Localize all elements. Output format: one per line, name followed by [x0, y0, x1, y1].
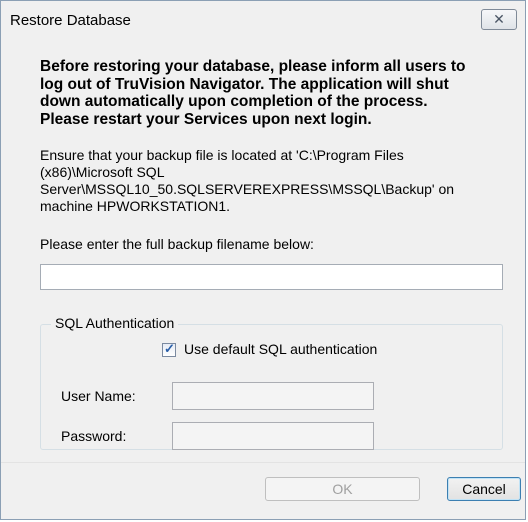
warning-message: Before restoring your database, please i… [40, 58, 466, 128]
restore-database-dialog: Restore Database ✕ Before restoring your… [0, 0, 526, 520]
filename-prompt: Please enter the full backup filename be… [40, 236, 314, 252]
password-label: Password: [61, 428, 127, 444]
dialog-title: Restore Database [10, 12, 131, 29]
password-field[interactable] [172, 422, 374, 450]
use-default-sql-auth-label[interactable]: Use default SQL authentication [184, 341, 377, 357]
checkmark-icon: ✓ [164, 341, 175, 356]
username-label: User Name: [61, 388, 136, 404]
ok-button[interactable]: OK [265, 477, 420, 501]
backup-filename-input[interactable] [40, 264, 503, 290]
dialog-footer: OK Cancel [1, 462, 525, 519]
use-default-sql-auth-checkbox[interactable]: ✓ [162, 341, 176, 357]
sql-authentication-group: SQL Authentication ✓ Use default SQL aut… [40, 315, 503, 450]
dialog-body: Before restoring your database, please i… [1, 42, 525, 519]
title-bar: Restore Database ✕ [1, 1, 525, 42]
username-field[interactable] [172, 382, 374, 410]
cancel-button[interactable]: Cancel [447, 477, 521, 501]
sql-authentication-label: SQL Authentication [51, 315, 179, 331]
backup-location-info: Ensure that your backup file is located … [40, 147, 455, 214]
close-button[interactable]: ✕ [481, 9, 517, 30]
close-icon: ✕ [493, 11, 505, 27]
